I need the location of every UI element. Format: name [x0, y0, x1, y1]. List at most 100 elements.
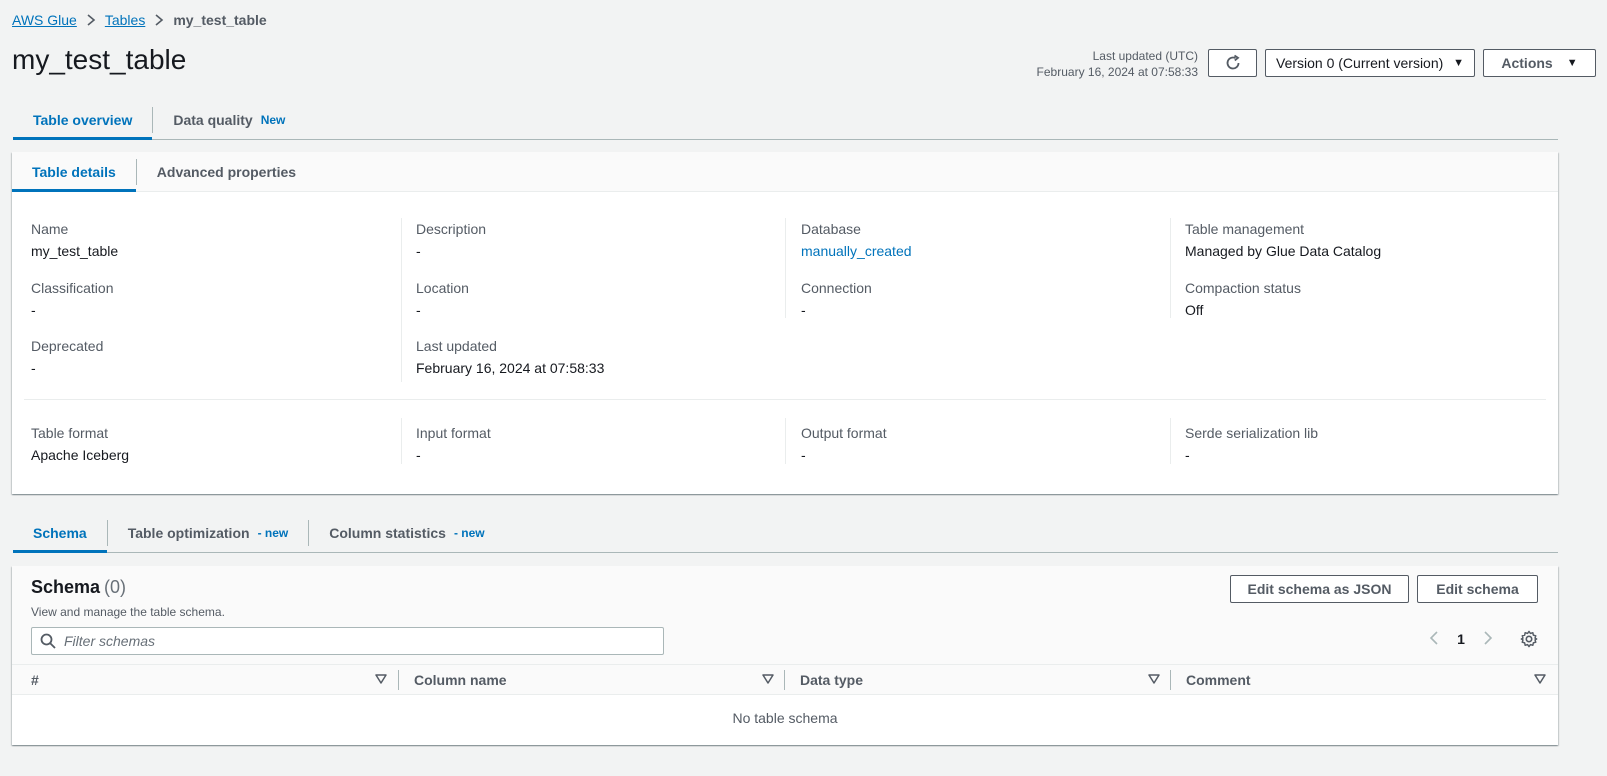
- tab-column-statistics[interactable]: Column statistics - new: [309, 514, 504, 552]
- field-label: Table management: [1185, 221, 1305, 237]
- chevron-right-icon: [145, 12, 173, 28]
- sort-icon[interactable]: [375, 673, 387, 685]
- column-header-number[interactable]: #: [31, 665, 397, 695]
- breadcrumb-tables[interactable]: Tables: [105, 12, 145, 28]
- field-description: Description -: [416, 220, 486, 261]
- field-table-management: Table management Managed by Glue Data Ca…: [1185, 220, 1381, 261]
- field-table-format: Table format Apache Iceberg: [31, 424, 129, 465]
- tab-advanced-properties[interactable]: Advanced properties: [137, 152, 316, 191]
- field-label: Name: [31, 221, 69, 237]
- filter-schemas-input[interactable]: [64, 633, 624, 649]
- tab-label: Table optimization: [127, 525, 250, 541]
- new-badge: - new: [453, 526, 485, 540]
- column-header-label: Data type: [800, 672, 864, 688]
- sort-icon[interactable]: [1534, 673, 1546, 685]
- section-divider: [24, 399, 1546, 400]
- detail-tabs: Table details Advanced properties: [12, 152, 1558, 192]
- caret-down-icon: ▼: [1566, 57, 1578, 69]
- gear-icon[interactable]: [1520, 630, 1538, 648]
- tab-label: Schema: [33, 525, 87, 541]
- schema-tabs: Schema Table optimization - new Column s…: [13, 514, 1558, 553]
- pagination: 1: [1420, 630, 1538, 648]
- column-header-label: #: [31, 672, 39, 688]
- edit-schema-button[interactable]: Edit schema: [1417, 575, 1538, 603]
- tab-schema[interactable]: Schema: [13, 514, 107, 553]
- empty-state-message: No table schema: [732, 710, 838, 726]
- field-connection: Connection -: [801, 279, 872, 320]
- field-value: -: [31, 360, 36, 376]
- column-header-comment[interactable]: Comment: [1186, 665, 1556, 695]
- schema-table-header: # Column name Data type Comment: [12, 664, 1558, 695]
- breadcrumb: AWS Glue Tables my_test_table: [12, 12, 267, 28]
- field-label: Database: [801, 221, 861, 237]
- tab-label: Table overview: [33, 112, 133, 128]
- column-resizer[interactable]: [1170, 670, 1171, 690]
- next-page-button[interactable]: [1474, 630, 1502, 648]
- caret-down-icon: ▼: [1453, 57, 1464, 69]
- field-last-updated: Last updated February 16, 2024 at 07:58:…: [416, 337, 604, 378]
- column-header-column-name[interactable]: Column name: [414, 665, 784, 695]
- field-value: -: [31, 302, 36, 318]
- page-number[interactable]: 1: [1448, 631, 1474, 647]
- field-compaction-status: Compaction status Off: [1185, 279, 1301, 320]
- tab-data-quality[interactable]: Data quality New: [153, 101, 305, 139]
- tab-table-overview[interactable]: Table overview: [13, 101, 153, 140]
- field-label: Input format: [416, 425, 491, 441]
- chevron-left-icon: [1429, 630, 1438, 645]
- refresh-icon: [1226, 54, 1240, 70]
- header-actions: Last updated (UTC) February 16, 2024 at …: [1037, 46, 1596, 80]
- last-updated-label: Last updated (UTC): [1092, 49, 1198, 63]
- field-value: -: [416, 243, 421, 259]
- new-badge: - new: [257, 526, 289, 540]
- schema-count: (0): [104, 577, 127, 597]
- tab-table-details[interactable]: Table details: [12, 152, 136, 192]
- field-serde-lib: Serde serialization lib -: [1185, 424, 1318, 465]
- tab-label: Advanced properties: [156, 163, 297, 180]
- field-label: Last updated: [416, 338, 497, 354]
- main-tabs: Table overview Data quality New: [13, 101, 1558, 140]
- refresh-button[interactable]: [1208, 49, 1257, 77]
- database-link[interactable]: manually_created: [801, 241, 912, 261]
- field-label: Classification: [31, 280, 114, 296]
- field-value: -: [416, 447, 421, 463]
- field-value: -: [801, 447, 806, 463]
- version-select[interactable]: Version 0 (Current version) ▼: [1265, 49, 1475, 77]
- field-label: Output format: [801, 425, 887, 441]
- column-header-label: Comment: [1186, 672, 1251, 688]
- search-icon: [40, 633, 56, 649]
- field-label: Serde serialization lib: [1185, 425, 1319, 441]
- tab-label: Data quality: [173, 112, 253, 128]
- last-updated-value: February 16, 2024 at 07:58:33: [1036, 65, 1198, 79]
- field-value: Apache Iceberg: [31, 447, 130, 463]
- column-header-data-type[interactable]: Data type: [800, 665, 1170, 695]
- schema-description: View and manage the table schema.: [31, 605, 225, 619]
- column-resizer[interactable]: [398, 670, 399, 690]
- field-value: my_test_table: [31, 243, 119, 259]
- last-updated-info: Last updated (UTC) February 16, 2024 at …: [1037, 48, 1198, 80]
- sort-icon[interactable]: [762, 673, 774, 685]
- filter-schemas-field[interactable]: [31, 627, 664, 655]
- sort-icon[interactable]: [1148, 673, 1160, 685]
- new-badge: New: [260, 113, 286, 127]
- tab-table-optimization[interactable]: Table optimization - new: [108, 514, 309, 552]
- column-divider: [1170, 218, 1171, 318]
- field-label: Table format: [31, 425, 109, 441]
- chevron-right-icon: [77, 12, 105, 28]
- edit-schema-json-button[interactable]: Edit schema as JSON: [1230, 575, 1409, 603]
- field-value: Off: [1185, 302, 1204, 318]
- field-label: Compaction status: [1185, 280, 1301, 296]
- page-title: my_test_table: [12, 44, 187, 75]
- actions-button[interactable]: Actions ▼: [1483, 49, 1596, 77]
- column-header-label: Column name: [414, 672, 507, 688]
- breadcrumb-current: my_test_table: [173, 12, 267, 28]
- table-details-panel: Table details Advanced properties Name m…: [12, 152, 1558, 494]
- field-classification: Classification -: [31, 279, 113, 320]
- column-divider: [1170, 418, 1171, 464]
- field-value: Managed by Glue Data Catalog: [1185, 243, 1382, 259]
- column-resizer[interactable]: [784, 670, 785, 690]
- column-divider: [401, 218, 402, 382]
- previous-page-button[interactable]: [1420, 630, 1448, 648]
- field-value: -: [1185, 447, 1190, 463]
- breadcrumb-aws-glue[interactable]: AWS Glue: [12, 12, 77, 28]
- field-name: Name my_test_table: [31, 220, 118, 261]
